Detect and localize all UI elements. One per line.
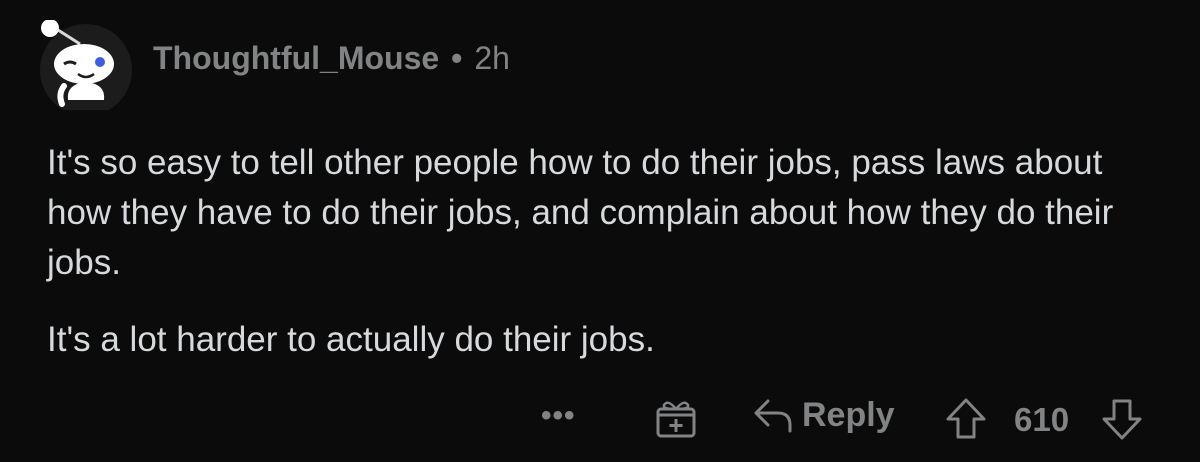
separator-dot: •: [451, 40, 463, 76]
vote-score: 610: [1014, 401, 1070, 438]
username-link[interactable]: Thoughtful_Mouse: [153, 40, 439, 77]
gift-award-icon[interactable]: [654, 397, 698, 439]
snoo-avatar-icon[interactable]: [34, 20, 134, 110]
comment-paragraph: It's so easy to tell other people how to…: [47, 143, 1114, 282]
comment-paragraph: It's a lot harder to actually do their j…: [47, 320, 655, 359]
reply-arrow-icon: [752, 395, 794, 435]
reply-button[interactable]: Reply: [752, 395, 895, 435]
upvote-arrow-icon[interactable]: [945, 397, 987, 441]
downvote-arrow-icon[interactable]: [1101, 397, 1143, 441]
reply-label: Reply: [802, 395, 895, 434]
timestamp: 2h: [474, 40, 510, 76]
comment-body: It's so easy to tell other people how to…: [47, 138, 1167, 365]
more-options-icon[interactable]: •••: [541, 399, 576, 433]
comment-header: Thoughtful_Mouse • 2h: [153, 40, 510, 77]
comment-action-bar: ••• Reply 610: [0, 395, 1200, 445]
comment: Thoughtful_Mouse • 2h It's so easy to te…: [0, 0, 1200, 462]
